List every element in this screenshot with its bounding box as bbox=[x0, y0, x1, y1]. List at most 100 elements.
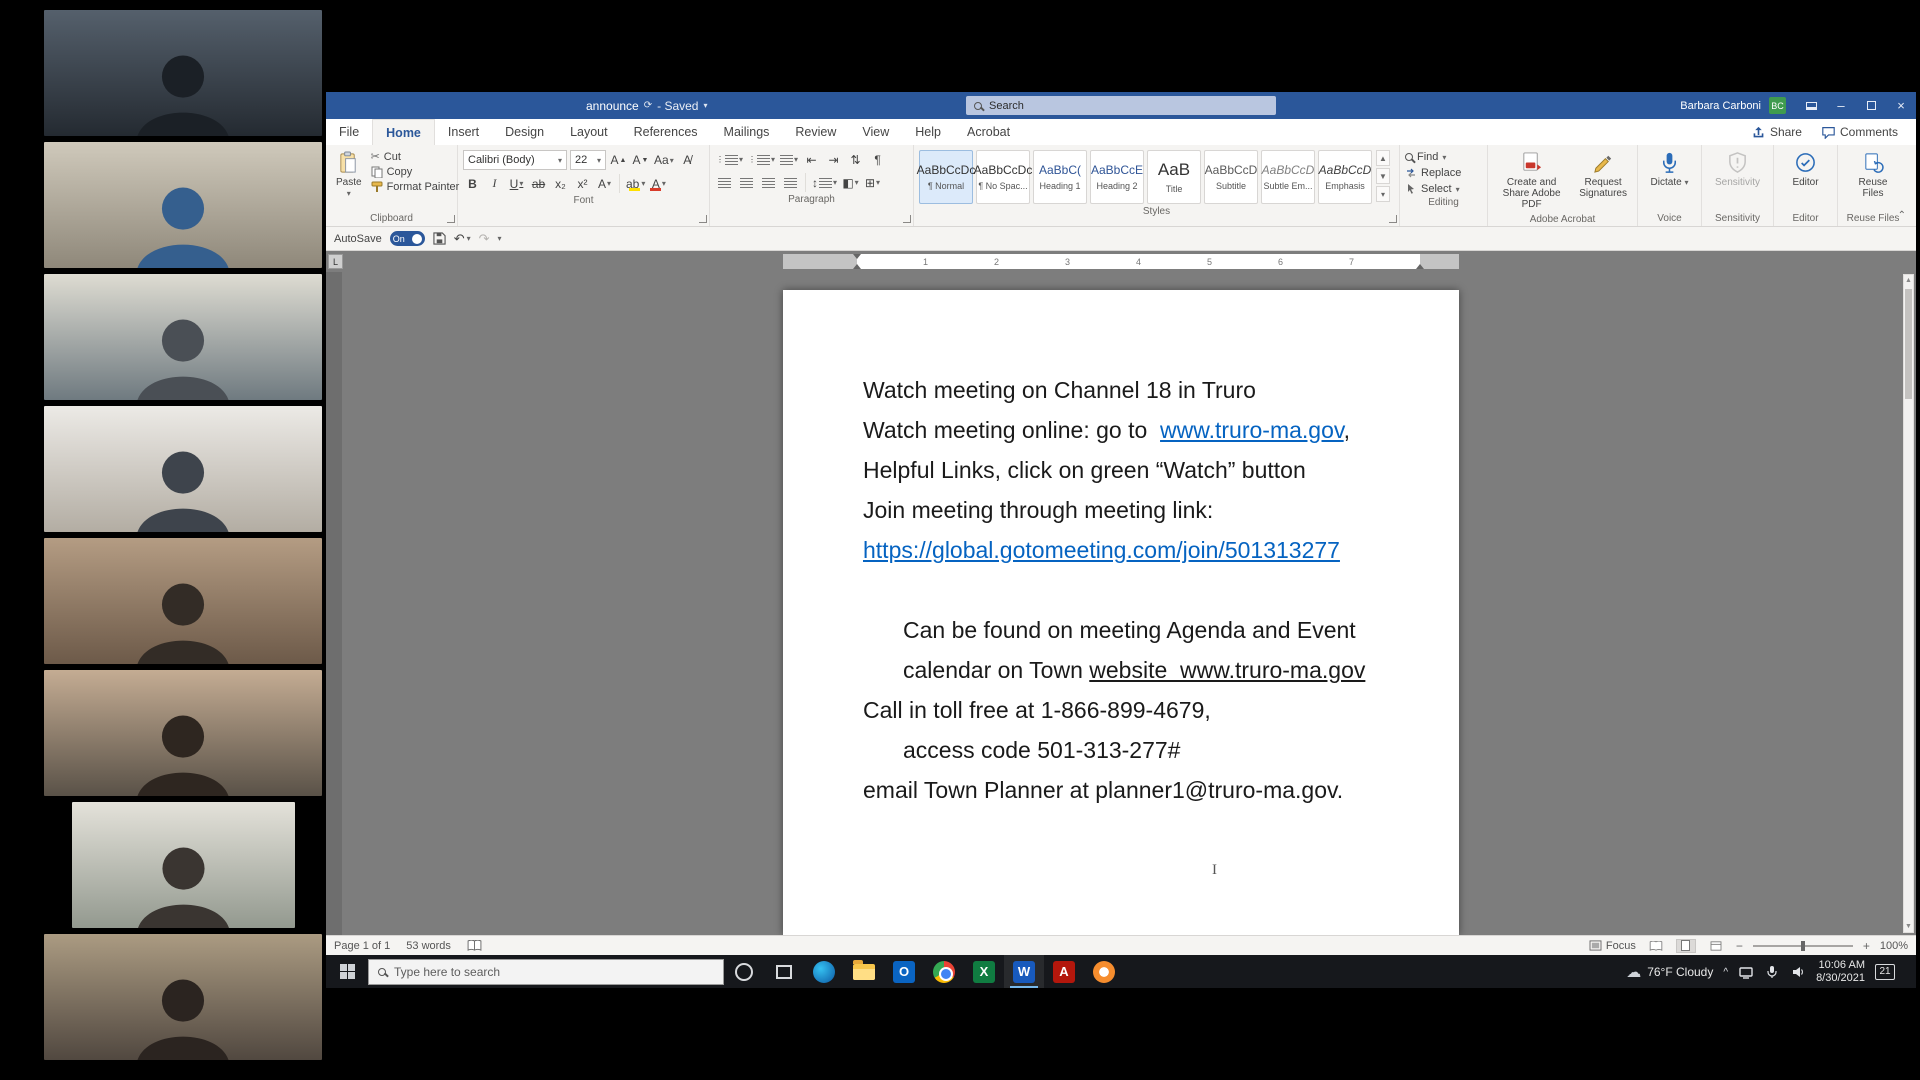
highlight-color-button[interactable]: ab▾ bbox=[625, 174, 646, 193]
network-icon[interactable] bbox=[1738, 964, 1754, 980]
underline-button[interactable]: U▾ bbox=[507, 174, 526, 193]
vertical-scrollbar[interactable]: ▲ ▼ bbox=[1903, 274, 1914, 933]
start-button[interactable] bbox=[326, 955, 368, 988]
share-button[interactable]: Share bbox=[1744, 125, 1810, 139]
cortana-button[interactable] bbox=[724, 955, 764, 988]
clear-formatting-button[interactable]: A̸ bbox=[678, 151, 697, 170]
editor-button[interactable]: Editor bbox=[1787, 148, 1823, 191]
tab-mailings[interactable]: Mailings bbox=[711, 119, 783, 145]
proofing-status-icon[interactable] bbox=[467, 940, 482, 951]
video-tile-participant-4[interactable] bbox=[44, 406, 322, 532]
outlook-button[interactable]: O bbox=[884, 955, 924, 988]
video-tile-participant-5[interactable] bbox=[44, 538, 322, 664]
dictate-button[interactable]: Dictate ▾ bbox=[1646, 148, 1694, 191]
ribbon-display-options-button[interactable] bbox=[1796, 92, 1826, 119]
gotomeeting-button[interactable] bbox=[1084, 955, 1124, 988]
zoom-slider[interactable] bbox=[1753, 945, 1853, 947]
style-card-heading-1[interactable]: AaBbC(Heading 1 bbox=[1033, 150, 1087, 204]
reuse-files-button[interactable]: Reuse Files bbox=[1843, 148, 1903, 202]
taskbar-search-box[interactable]: Type here to search bbox=[368, 959, 724, 985]
tab-layout[interactable]: Layout bbox=[557, 119, 621, 145]
video-tile-participant-7[interactable] bbox=[72, 802, 295, 928]
clipboard-dialog-launcher[interactable] bbox=[447, 215, 455, 223]
document-page[interactable]: Watch meeting on Channel 18 in TruroWatc… bbox=[783, 290, 1459, 935]
user-avatar[interactable]: BC bbox=[1769, 97, 1786, 114]
task-view-button[interactable] bbox=[764, 955, 804, 988]
show-paragraph-marks-button[interactable]: ¶ bbox=[868, 150, 887, 169]
grow-font-button[interactable]: A▲ bbox=[609, 151, 628, 170]
first-line-indent-marker[interactable] bbox=[853, 254, 861, 259]
redo-button[interactable]: ↷ bbox=[479, 231, 490, 247]
style-card-heading-2[interactable]: AaBbCcEHeading 2 bbox=[1090, 150, 1144, 204]
font-dialog-launcher[interactable] bbox=[699, 215, 707, 223]
volume-icon[interactable] bbox=[1790, 964, 1806, 980]
create-share-pdf-button[interactable]: Create and Share Adobe PDF bbox=[1493, 148, 1570, 213]
horizontal-ruler[interactable]: 1234567 bbox=[783, 254, 1459, 269]
tab-view[interactable]: View bbox=[849, 119, 902, 145]
tab-design[interactable]: Design bbox=[492, 119, 557, 145]
show-hidden-icons-button[interactable]: ^ bbox=[1723, 967, 1728, 978]
styles-more-button[interactable]: ▾ bbox=[1376, 186, 1390, 202]
style-card-subtitle[interactable]: AaBbCcDSubtitle bbox=[1204, 150, 1258, 204]
chrome-button[interactable] bbox=[924, 955, 964, 988]
hyperlink[interactable]: https://global.gotomeeting.com/join/5013… bbox=[863, 537, 1340, 563]
subscript-button[interactable]: x₂ bbox=[551, 174, 570, 193]
scrollbar-thumb[interactable] bbox=[1905, 289, 1912, 399]
word-count[interactable]: 53 words bbox=[406, 940, 451, 952]
clock[interactable]: 10:06 AM 8/30/2021 bbox=[1816, 959, 1865, 985]
titlebar-search-box[interactable]: Search bbox=[966, 96, 1276, 115]
align-right-button[interactable] bbox=[759, 173, 778, 192]
edge-button[interactable] bbox=[804, 955, 844, 988]
font-size-select[interactable]: 22▾ bbox=[570, 150, 606, 170]
tab-insert[interactable]: Insert bbox=[435, 119, 492, 145]
tab-review[interactable]: Review bbox=[782, 119, 849, 145]
shrink-font-button[interactable]: A▼ bbox=[631, 151, 650, 170]
multilevel-list-button[interactable]: ▾ bbox=[779, 150, 799, 169]
customize-qat-button[interactable]: ▾ bbox=[498, 234, 502, 243]
find-button[interactable]: Find▾ bbox=[1405, 151, 1482, 163]
restore-button[interactable] bbox=[1856, 92, 1886, 119]
shading-button[interactable]: ◧▾ bbox=[841, 173, 860, 192]
weather-widget[interactable]: ☁ 76°F Cloudy bbox=[1626, 963, 1713, 981]
video-tile-participant-2[interactable] bbox=[44, 142, 322, 268]
change-case-button[interactable]: Aa▾ bbox=[653, 151, 675, 170]
autosave-toggle[interactable]: On bbox=[390, 231, 425, 246]
italic-button[interactable]: I bbox=[485, 174, 504, 193]
microphone-tray-icon[interactable] bbox=[1764, 964, 1780, 980]
minimize-button[interactable]: – bbox=[1826, 92, 1856, 119]
web-layout-button[interactable] bbox=[1706, 939, 1726, 953]
save-button[interactable] bbox=[433, 232, 446, 245]
request-signatures-button[interactable]: Request Signatures bbox=[1574, 148, 1632, 202]
font-color-button[interactable]: A▾ bbox=[649, 174, 668, 193]
bullets-button[interactable]: ⋮▾ bbox=[715, 150, 744, 169]
sort-button[interactable]: ⇅ bbox=[846, 150, 865, 169]
user-name[interactable]: Barbara Carboni bbox=[1680, 100, 1761, 112]
right-indent-marker[interactable] bbox=[1416, 264, 1424, 269]
print-layout-button[interactable] bbox=[1676, 939, 1696, 953]
style-card-subtle-em-[interactable]: AaBbCcDSubtle Em... bbox=[1261, 150, 1315, 204]
file-explorer-button[interactable] bbox=[844, 955, 884, 988]
notification-count-badge[interactable]: 21 bbox=[1875, 964, 1895, 980]
acrobat-button[interactable]: A bbox=[1044, 955, 1084, 988]
replace-button[interactable]: Replace bbox=[1405, 167, 1482, 179]
tab-stop-selector[interactable]: L bbox=[328, 254, 343, 269]
page-indicator[interactable]: Page 1 of 1 bbox=[334, 940, 390, 952]
zoom-level[interactable]: 100% bbox=[1880, 940, 1908, 952]
scroll-down-icon[interactable]: ▼ bbox=[1904, 921, 1913, 932]
font-family-select[interactable]: Calibri (Body)▾ bbox=[463, 150, 567, 170]
superscript-button[interactable]: x² bbox=[573, 174, 592, 193]
format-painter-button[interactable]: Format Painter bbox=[371, 181, 460, 193]
paragraph-dialog-launcher[interactable] bbox=[903, 215, 911, 223]
styles-scroll-down-button[interactable]: ▼ bbox=[1376, 168, 1390, 184]
style-card-emphasis[interactable]: AaBbCcDEmphasis bbox=[1318, 150, 1372, 204]
video-tile-participant-1[interactable] bbox=[44, 10, 322, 136]
text-effects-button[interactable]: A▾ bbox=[595, 174, 614, 193]
cut-button[interactable]: ✂Cut bbox=[371, 150, 460, 163]
select-button[interactable]: Select▾ bbox=[1405, 183, 1482, 195]
close-button[interactable]: × bbox=[1886, 92, 1916, 119]
style-card--normal[interactable]: AaBbCcDc¶ Normal bbox=[919, 150, 973, 204]
line-spacing-button[interactable]: ↕▾ bbox=[811, 173, 838, 192]
video-tile-participant-3[interactable] bbox=[44, 274, 322, 400]
bold-button[interactable]: B bbox=[463, 174, 482, 193]
save-status[interactable]: - Saved bbox=[657, 99, 698, 113]
